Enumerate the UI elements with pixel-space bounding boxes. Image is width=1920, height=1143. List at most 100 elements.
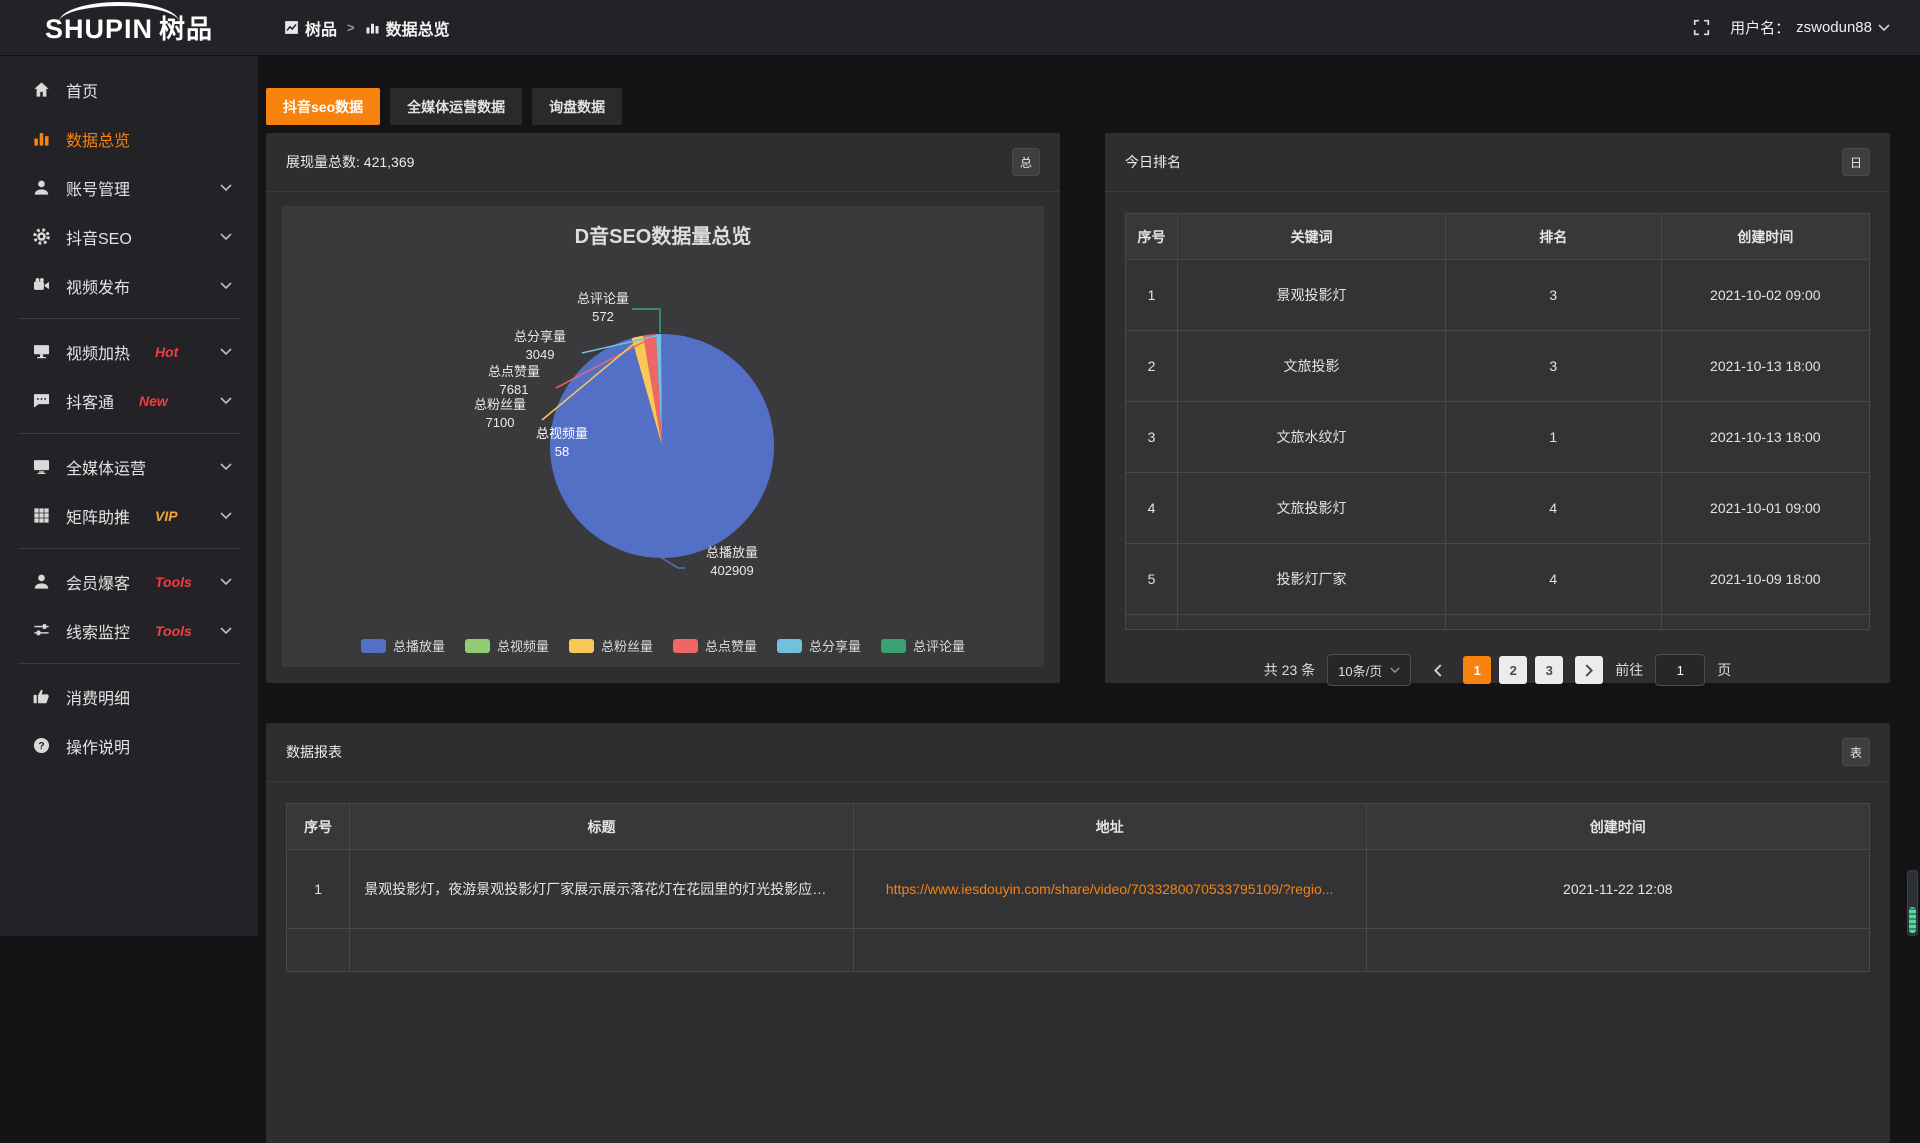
sidebar-item-video-publish[interactable]: 视频发布 <box>0 261 258 310</box>
sidebar-item-label: 矩阵助推 <box>66 504 130 528</box>
report-title-cell: 景观投影灯，夜游景观投影灯厂家展示展示落花灯在花园里的灯光投影应用效果 # <box>350 850 853 929</box>
logo-arc <box>59 2 179 22</box>
table-cell: 5 <box>1126 544 1178 615</box>
table-row[interactable]: 4文旅投影灯42021-10-01 09:00 <box>1126 473 1870 544</box>
table-cell: 2 <box>1126 331 1178 402</box>
sidebar-item-douketong[interactable]: 抖客通New <box>0 376 258 425</box>
report-panel: 数据报表 表 序号标题地址创建时间 1景观投影灯，夜游景观投影灯厂家展示展示落花… <box>266 723 1890 1143</box>
page-button-1[interactable]: 1 <box>1463 656 1491 684</box>
tab-bar: 抖音seo数据全媒体运营数据询盘数据 <box>266 88 622 125</box>
sidebar-item-label: 视频加热 <box>66 340 130 364</box>
legend-swatch <box>881 639 906 653</box>
tab-0[interactable]: 抖音seo数据 <box>266 88 380 125</box>
chevron-down-icon <box>1390 667 1400 674</box>
sidebar-item-clue-monitor[interactable]: 线索监控Tools <box>0 606 258 655</box>
sidebar-item-data-overview[interactable]: 数据总览 <box>0 114 258 163</box>
tab-2[interactable]: 询盘数据 <box>532 88 622 125</box>
sidebar-item-label: 操作说明 <box>66 734 130 758</box>
main-content: 抖音seo数据全媒体运营数据询盘数据 展现量总数: 421,369 总 D音SE… <box>258 55 1920 936</box>
chevron-down-icon <box>220 627 232 635</box>
table-row[interactable]: 3文旅水纹灯12021-10-13 18:00 <box>1126 402 1870 473</box>
sidebar-item-consume[interactable]: 消费明细 <box>0 672 258 721</box>
sidebar-item-help[interactable]: ?操作说明 <box>0 721 258 770</box>
prev-page-button[interactable] <box>1423 656 1451 684</box>
table-row-partial <box>287 929 1870 972</box>
sidebar-item-label: 抖音SEO <box>66 225 132 249</box>
legend-item[interactable]: 总评论量 <box>881 636 965 655</box>
sidebar-item-matrix-boost[interactable]: 矩阵助推VIP <box>0 491 258 540</box>
table-cell: 文旅水纹灯 <box>1178 402 1446 473</box>
sidebar-item-douyin-seo[interactable]: 抖音SEO <box>0 212 258 261</box>
total-view-button[interactable]: 总 <box>1012 148 1040 176</box>
header-right: 用户名：zswodun88 <box>1693 17 1890 38</box>
legend-label: 总播放量 <box>393 636 445 655</box>
chevron-down-icon <box>220 233 232 241</box>
page-button-2[interactable]: 2 <box>1499 656 1527 684</box>
breadcrumb-separator: > <box>347 20 355 35</box>
pie-label-name: 总评论量 <box>568 290 638 308</box>
legend-label: 总视频量 <box>497 636 549 655</box>
sidebar-item-badge: Hot <box>155 344 178 360</box>
sidebar-divider <box>18 318 240 319</box>
table-row[interactable]: 2文旅投影32021-10-13 18:00 <box>1126 331 1870 402</box>
sidebar-item-account[interactable]: 账号管理 <box>0 163 258 212</box>
breadcrumb-label: 数据总览 <box>386 16 450 40</box>
sidebar-item-badge: New <box>139 393 168 409</box>
table-cell: 1 <box>1445 402 1661 473</box>
legend-item[interactable]: 总点赞量 <box>673 636 757 655</box>
breadcrumb-item-root[interactable]: 树品 <box>284 16 337 40</box>
photo-icon <box>284 20 299 35</box>
column-header: 关键词 <box>1178 214 1446 260</box>
pie-label-value: 402909 <box>686 562 778 580</box>
pagination: 共 23 条 10条/页 123 前往 页 <box>1105 654 1890 686</box>
sidebar-item-home[interactable]: 首页 <box>0 65 258 114</box>
sidebar-divider <box>18 433 240 434</box>
table-cell: 3 <box>1445 331 1661 402</box>
tab-1[interactable]: 全媒体运营数据 <box>390 88 522 125</box>
page-size-select[interactable]: 10条/页 <box>1327 654 1411 686</box>
overview-panel: 展现量总数: 421,369 总 D音SEO数据量总览 总评论量 572 <box>266 133 1060 683</box>
legend-item[interactable]: 总粉丝量 <box>569 636 653 655</box>
table-cell: 4 <box>1126 473 1178 544</box>
table-cell: 4 <box>1445 544 1661 615</box>
sidebar-item-member[interactable]: 会员爆客Tools <box>0 557 258 606</box>
report-panel-title: 数据报表 <box>286 742 342 762</box>
pie-label-name: 总播放量 <box>686 544 778 562</box>
pie-label-likes: 总点赞量 7681 <box>476 363 552 398</box>
table-row[interactable]: 1景观投影灯32021-10-02 09:00 <box>1126 260 1870 331</box>
goto-page-input[interactable] <box>1655 654 1705 686</box>
sidebar-item-label: 首页 <box>66 78 98 102</box>
legend-item[interactable]: 总分享量 <box>777 636 861 655</box>
chevron-down-icon <box>220 463 232 471</box>
table-view-button[interactable]: 表 <box>1842 738 1870 766</box>
table-cell: 景观投影灯 <box>1178 260 1446 331</box>
table-cell: 文旅投影灯 <box>1178 473 1446 544</box>
video-link[interactable]: https://www.iesdouyin.com/share/video/70… <box>886 881 1334 897</box>
legend-label: 总点赞量 <box>705 636 757 655</box>
sidebar-item-label: 消费明细 <box>66 685 130 709</box>
impressions-total-value: 421,369 <box>364 154 415 170</box>
sidebar-item-video-heat[interactable]: 视频加热 Hot <box>0 327 258 376</box>
chevron-down-icon <box>220 282 232 290</box>
table-cell: 2021-10-01 09:00 <box>1661 473 1869 544</box>
column-header: 创建时间 <box>1661 214 1869 260</box>
sidebar-item-label: 数据总览 <box>66 127 130 151</box>
breadcrumb-item-current[interactable]: 数据总览 <box>365 16 450 40</box>
overview-panel-header: 展现量总数: 421,369 总 <box>266 133 1060 192</box>
next-page-button[interactable] <box>1575 656 1603 684</box>
day-view-button[interactable]: 日 <box>1842 148 1870 176</box>
column-header: 地址 <box>853 804 1366 850</box>
sidebar-item-media-ops[interactable]: 全媒体运营 <box>0 442 258 491</box>
user-menu[interactable]: 用户名：zswodun88 <box>1730 17 1890 38</box>
legend-item[interactable]: 总视频量 <box>465 636 549 655</box>
ranking-table-header: 序号关键词排名创建时间 <box>1126 214 1870 260</box>
ranking-panel-title: 今日排名 <box>1125 152 1181 172</box>
report-panel-header: 数据报表 表 <box>266 723 1890 782</box>
fullscreen-icon[interactable] <box>1693 19 1710 36</box>
scrollbar[interactable] <box>1907 870 1918 936</box>
legend-item[interactable]: 总播放量 <box>361 636 445 655</box>
page-button-3[interactable]: 3 <box>1535 656 1563 684</box>
table-row[interactable]: 5投影灯厂家42021-10-09 18:00 <box>1126 544 1870 615</box>
scrollbar-thumb[interactable] <box>1909 907 1916 933</box>
table-row[interactable]: 1景观投影灯，夜游景观投影灯厂家展示展示落花灯在花园里的灯光投影应用效果 #ht… <box>287 850 1870 929</box>
